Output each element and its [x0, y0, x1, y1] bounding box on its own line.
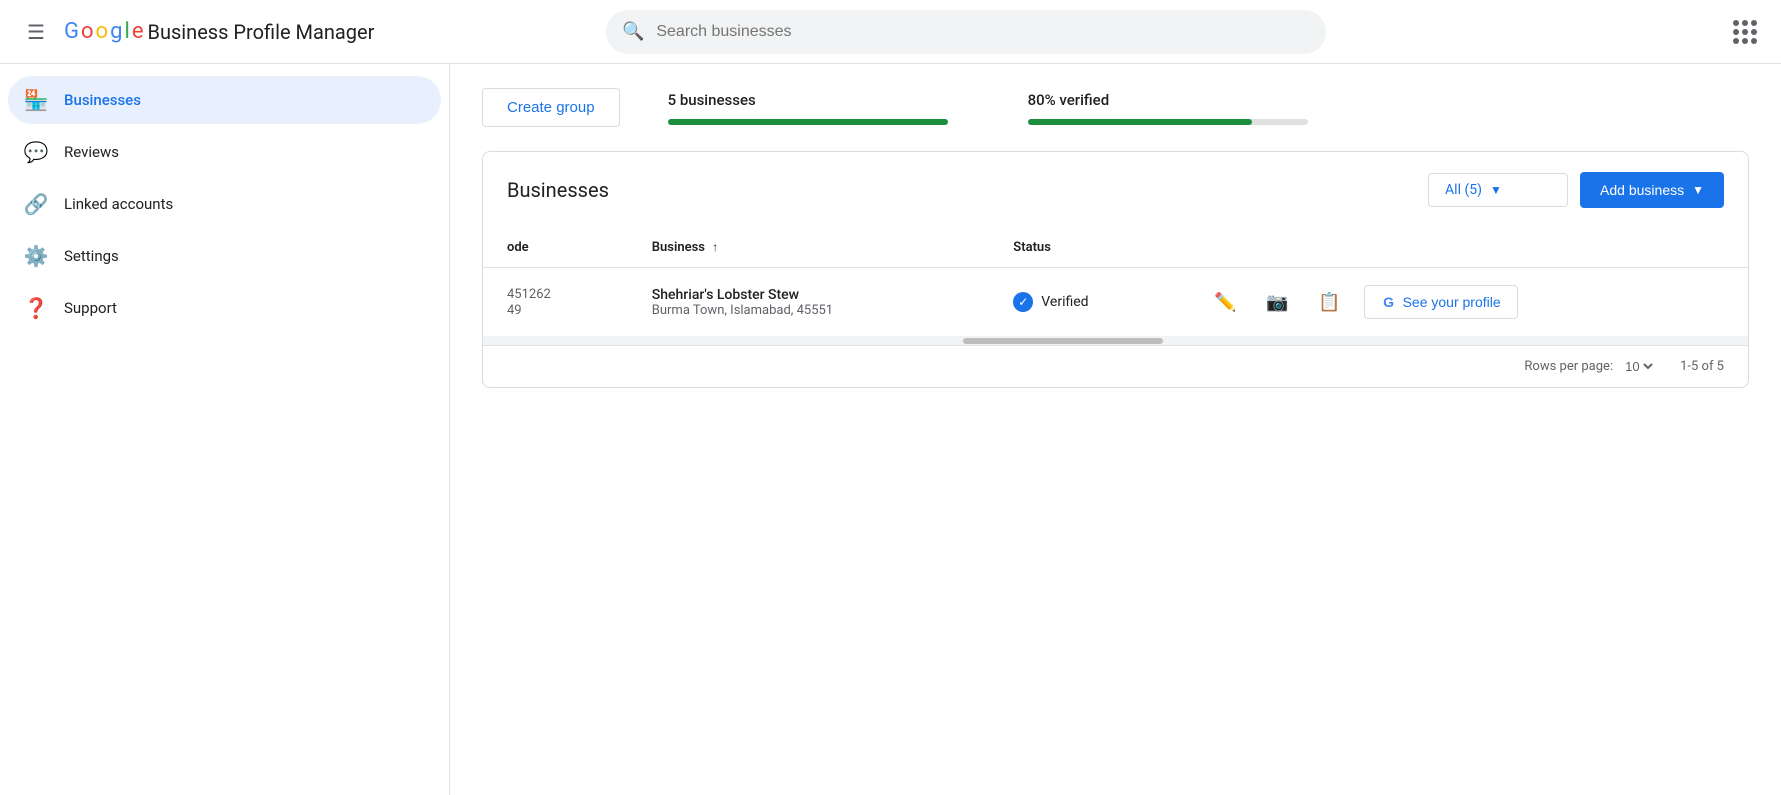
- businesses-card: Businesses All (5) ▼ Add business ▼ ode: [482, 151, 1749, 388]
- row-status: ✓ Verified: [989, 268, 1183, 337]
- verified-badge-icon: ✓: [1013, 292, 1033, 312]
- sidebar-label-settings: Settings: [64, 247, 119, 265]
- sidebar-item-settings[interactable]: ⚙️ Settings: [8, 232, 441, 280]
- sidebar-item-linked-accounts[interactable]: 🔗 Linked accounts: [8, 180, 441, 228]
- businesses-stat: 5 businesses: [668, 91, 948, 125]
- sidebar-item-support[interactable]: ❓ Support: [8, 284, 441, 332]
- rows-per-page-select[interactable]: 10 25 50: [1621, 358, 1656, 375]
- sort-icon: ↑: [712, 240, 718, 254]
- businesses-progress-bar: [668, 119, 948, 125]
- linked-accounts-icon: 🔗: [24, 192, 48, 216]
- row-code: 45126249: [483, 268, 628, 337]
- edit-icon[interactable]: ✏️: [1208, 284, 1244, 320]
- horizontal-scrollbar[interactable]: [483, 337, 1748, 345]
- table-row: 45126249 Shehriar's Lobster Stew Burma T…: [483, 268, 1748, 337]
- chevron-down-icon: ▼: [1490, 183, 1502, 197]
- sidebar-label-reviews: Reviews: [64, 143, 119, 161]
- search-icon: 🔍: [622, 21, 644, 42]
- add-business-chevron-icon: ▼: [1692, 183, 1704, 197]
- see-profile-button[interactable]: G See your profile: [1364, 285, 1518, 319]
- businesses-table: ode Business ↑ Status 45126249 Shehriar'…: [483, 228, 1748, 337]
- google-g-icon: G: [1381, 294, 1397, 310]
- google-logo: Google: [64, 19, 143, 44]
- support-icon: ❓: [24, 296, 48, 320]
- verified-progress-bar: [1028, 119, 1308, 125]
- row-business: Shehriar's Lobster Stew Burma Town, Isla…: [628, 268, 990, 337]
- sidebar-label-linked-accounts: Linked accounts: [64, 195, 173, 213]
- search-input[interactable]: [656, 23, 1310, 41]
- add-business-label: Add business: [1600, 182, 1684, 198]
- settings-icon: ⚙️: [24, 244, 48, 268]
- see-profile-label: See your profile: [1403, 294, 1501, 310]
- verified-progress-fill: [1028, 119, 1252, 125]
- sidebar: 🏪 Businesses 💬 Reviews 🔗 Linked accounts…: [0, 64, 450, 795]
- business-name: Shehriar's Lobster Stew: [652, 287, 966, 303]
- col-actions: [1184, 228, 1748, 268]
- businesses-progress-fill: [668, 119, 948, 125]
- table-footer: Rows per page: 10 25 50 1-5 of 5: [483, 345, 1748, 387]
- table-body: 45126249 Shehriar's Lobster Stew Burma T…: [483, 268, 1748, 337]
- business-address: Burma Town, Islamabad, 45551: [652, 303, 966, 318]
- rows-per-page: Rows per page: 10 25 50: [1524, 358, 1656, 375]
- col-code: ode: [483, 228, 628, 268]
- main-content: Create group 5 businesses 80% verified: [450, 64, 1781, 795]
- search-bar[interactable]: 🔍: [606, 10, 1326, 54]
- body: 🏪 Businesses 💬 Reviews 🔗 Linked accounts…: [0, 64, 1781, 795]
- status-verified: ✓ Verified: [1013, 292, 1159, 312]
- rows-per-page-label: Rows per page:: [1524, 359, 1613, 374]
- card-title: Businesses: [507, 178, 609, 202]
- add-business-button[interactable]: Add business ▼: [1580, 172, 1724, 208]
- sidebar-item-businesses[interactable]: 🏪 Businesses: [8, 76, 441, 124]
- card-actions: All (5) ▼ Add business ▼: [1428, 172, 1724, 208]
- grid-dots: [1733, 20, 1757, 44]
- businesses-icon: 🏪: [24, 88, 48, 112]
- col-business: Business ↑: [628, 228, 990, 268]
- menu-icon[interactable]: ☰: [16, 12, 56, 52]
- table-header: ode Business ↑ Status: [483, 228, 1748, 268]
- stats-section: 5 businesses 80% verified: [668, 91, 1749, 125]
- sidebar-label-businesses: Businesses: [64, 91, 141, 109]
- header-right: [1725, 12, 1765, 52]
- row-actions: ✏️ 📷 📋 G See your profile: [1184, 268, 1748, 337]
- sidebar-item-reviews[interactable]: 💬 Reviews: [8, 128, 441, 176]
- app-title: Business Profile Manager: [147, 20, 374, 44]
- filter-label: All (5): [1445, 182, 1482, 198]
- reviews-icon: 💬: [24, 140, 48, 164]
- action-icons: ✏️ 📷 📋 G See your profile: [1208, 284, 1724, 320]
- sidebar-label-support: Support: [64, 299, 117, 317]
- top-bar: Create group 5 businesses 80% verified: [482, 88, 1749, 127]
- add-photo-icon[interactable]: 📷: [1260, 284, 1296, 320]
- scroll-thumb[interactable]: [963, 338, 1163, 344]
- add-post-icon[interactable]: 📋: [1312, 284, 1348, 320]
- pagination-info: 1-5 of 5: [1680, 359, 1724, 374]
- col-status: Status: [989, 228, 1183, 268]
- verified-stat: 80% verified: [1028, 91, 1308, 125]
- card-header: Businesses All (5) ▼ Add business ▼: [483, 152, 1748, 228]
- create-group-button[interactable]: Create group: [482, 88, 620, 127]
- header: ☰ Google Business Profile Manager 🔍: [0, 0, 1781, 64]
- apps-icon[interactable]: [1725, 12, 1765, 52]
- verified-label: 80% verified: [1028, 91, 1308, 109]
- verified-text: Verified: [1041, 294, 1088, 310]
- filter-dropdown[interactable]: All (5) ▼: [1428, 173, 1568, 207]
- businesses-count: 5 businesses: [668, 91, 948, 109]
